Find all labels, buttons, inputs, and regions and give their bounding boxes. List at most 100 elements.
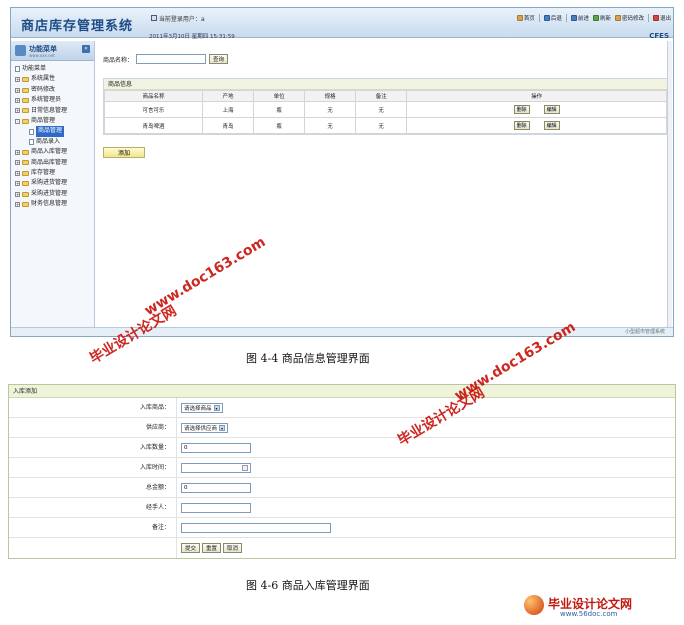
folder-icon (22, 191, 29, 197)
expand-icon: + (15, 149, 20, 155)
back-arrow-icon (543, 15, 550, 21)
tree-item-system-properties[interactable]: + 系统属性 (15, 74, 90, 84)
search-button[interactable]: 查询 (209, 54, 229, 64)
tree-item-stock-in[interactable]: + 商品入库管理 (15, 147, 90, 157)
form-row-product: 入库商品： 请选择商品 ▾ (9, 398, 675, 418)
user-label: 当前登录用户： (158, 16, 201, 23)
expand-icon: + (15, 170, 20, 176)
expand-icon: + (15, 181, 20, 187)
expand-icon: + (15, 87, 20, 93)
col-spec: 规格 (304, 90, 357, 102)
submit-button[interactable]: 提交 (181, 543, 201, 553)
site-logo: 毕业设计论文网 www.56doc.com (520, 593, 676, 621)
expand-icon: + (15, 97, 20, 103)
menu-icon (15, 45, 26, 56)
folder-icon (22, 181, 29, 187)
collapse-icon[interactable]: « (82, 45, 90, 53)
quantity-input[interactable] (181, 442, 251, 453)
toolbar-divider (538, 14, 540, 22)
logout-button[interactable]: 退出 (652, 14, 671, 22)
search-bar: 商品名称： 查询 (103, 54, 229, 64)
add-product-button[interactable]: 添加 (103, 147, 145, 158)
tree-item-stock-out[interactable]: + 商品出库管理 (15, 158, 90, 168)
home-button[interactable]: 首页 (516, 14, 535, 22)
refresh-icon (592, 15, 599, 21)
field-label: 备注： (9, 518, 177, 537)
table-row: 青岛啤酒 青岛 瓶 无 无 删除 编辑 (104, 117, 667, 134)
expand-icon: + (15, 77, 20, 83)
supplier-select[interactable]: 请选择供应商 ▾ (181, 422, 229, 433)
open-folder-icon (22, 118, 29, 124)
user-icon (151, 15, 157, 21)
col-action: 操作 (406, 90, 667, 102)
page-icon (29, 128, 34, 135)
amount-input[interactable] (181, 482, 251, 493)
tree-child-product-mgmt[interactable]: 商品管理 (15, 126, 90, 137)
tree-item-purchasing[interactable]: + 采购进货管理 (15, 178, 90, 188)
sidebar-subtitle: www.xxx.net (29, 53, 55, 58)
tree-item-admins[interactable]: + 系统管理员 (15, 95, 90, 105)
tree-child-product-entry[interactable]: 商品录入 (15, 137, 90, 147)
folder-icon (22, 108, 29, 114)
form-row-buttons: 提交 重置 取消 (9, 538, 675, 558)
folder-icon (22, 149, 29, 155)
logo-url: www.56doc.com (560, 610, 618, 618)
search-input[interactable] (136, 54, 207, 64)
date-time: 2011年3月10日 星期四 15:31:59 (149, 34, 235, 40)
stock-in-form-window: 入库添加 入库商品： 请选择商品▾ 供应商： 请选择供应商▾ 入库数量： 入库时… (8, 384, 676, 559)
exit-icon (652, 15, 659, 21)
root-icon (15, 66, 20, 73)
product-select[interactable]: 请选择商品 ▾ (181, 402, 223, 413)
vertical-scrollbar[interactable] (667, 41, 672, 329)
field-label: 经手人： (9, 498, 177, 517)
tree-item-password[interactable]: + 密码修改 (15, 85, 90, 95)
tree-item-product-mgmt[interactable]: - 商品管理 (15, 116, 90, 126)
field-label: 总金额： (9, 478, 177, 497)
forward-button[interactable]: 前进 (570, 14, 589, 22)
tree-item-purchasing-2[interactable]: + 采购进货管理 (15, 189, 90, 199)
panel-title: 商品信息 (104, 79, 667, 90)
toolbar-divider (647, 14, 649, 22)
delete-button[interactable]: 删除 (513, 105, 530, 114)
edit-button[interactable]: 编辑 (543, 121, 560, 130)
col-unit: 单位 (253, 90, 306, 102)
field-label: 入库商品： (9, 398, 177, 417)
brand-label: CFES (649, 32, 669, 40)
cancel-button[interactable]: 取消 (223, 543, 243, 553)
tree-item-daily-info[interactable]: + 日常信息管理 (15, 106, 90, 116)
tree-item-inventory[interactable]: + 库存管理 (15, 168, 90, 178)
menu-tree: 功能菜单 + 系统属性 + 密码修改 + 系统管理员 + 日常信息管理 - 商品管理 商品… (11, 61, 94, 213)
sidebar: 功能菜单 www.xxx.net « 功能菜单 + 系统属性 + 密码修改 + 系统管… (11, 41, 95, 336)
app-title: 商店库存管理系统 (21, 19, 134, 34)
handler-input[interactable] (181, 502, 251, 513)
field-label: 入库时间： (9, 458, 177, 477)
reset-button[interactable]: 重置 (202, 543, 222, 553)
folder-icon (22, 201, 29, 207)
col-note: 备注 (355, 90, 408, 102)
sidebar-header: 功能菜单 www.xxx.net « (11, 41, 94, 61)
product-table: 商品名称 产地 单位 规格 备注 操作 可言可乐 上海 瓶 无 无 删除 编辑 … (104, 90, 667, 134)
back-button[interactable]: 后退 (543, 14, 562, 22)
calendar-icon[interactable] (242, 464, 248, 471)
change-password-button[interactable]: 密码修改 (614, 14, 644, 22)
figure-caption-2: 图 4-6 商品入库管理界面 (246, 579, 370, 592)
table-row: 可言可乐 上海 瓶 无 无 删除 编辑 (104, 101, 667, 118)
refresh-button[interactable]: 刷新 (592, 14, 611, 22)
tree-item-finance[interactable]: + 财务信息管理 (15, 199, 90, 209)
product-management-window: 商店库存管理系统 当前登录用户：a 2011年3月10日 星期四 15:31:5… (10, 7, 674, 337)
tree-root[interactable]: 功能菜单 (15, 64, 90, 74)
form-row-handler: 经手人： (9, 498, 675, 518)
col-origin: 产地 (201, 90, 255, 102)
search-label: 商品名称： (103, 56, 134, 64)
edit-button[interactable]: 编辑 (543, 105, 560, 114)
current-user: 当前登录用户：a (151, 14, 205, 23)
form-row-quantity: 入库数量： (9, 438, 675, 458)
note-input[interactable] (181, 522, 331, 533)
form-row-supplier: 供应商： 请选择供应商 ▾ (9, 418, 675, 438)
form-row-note: 备注： (9, 518, 675, 538)
date-input[interactable] (181, 462, 251, 473)
folder-icon (22, 87, 29, 93)
delete-button[interactable]: 删除 (513, 121, 530, 130)
folder-icon (22, 97, 29, 103)
form-row-date: 入库时间： (9, 458, 675, 478)
